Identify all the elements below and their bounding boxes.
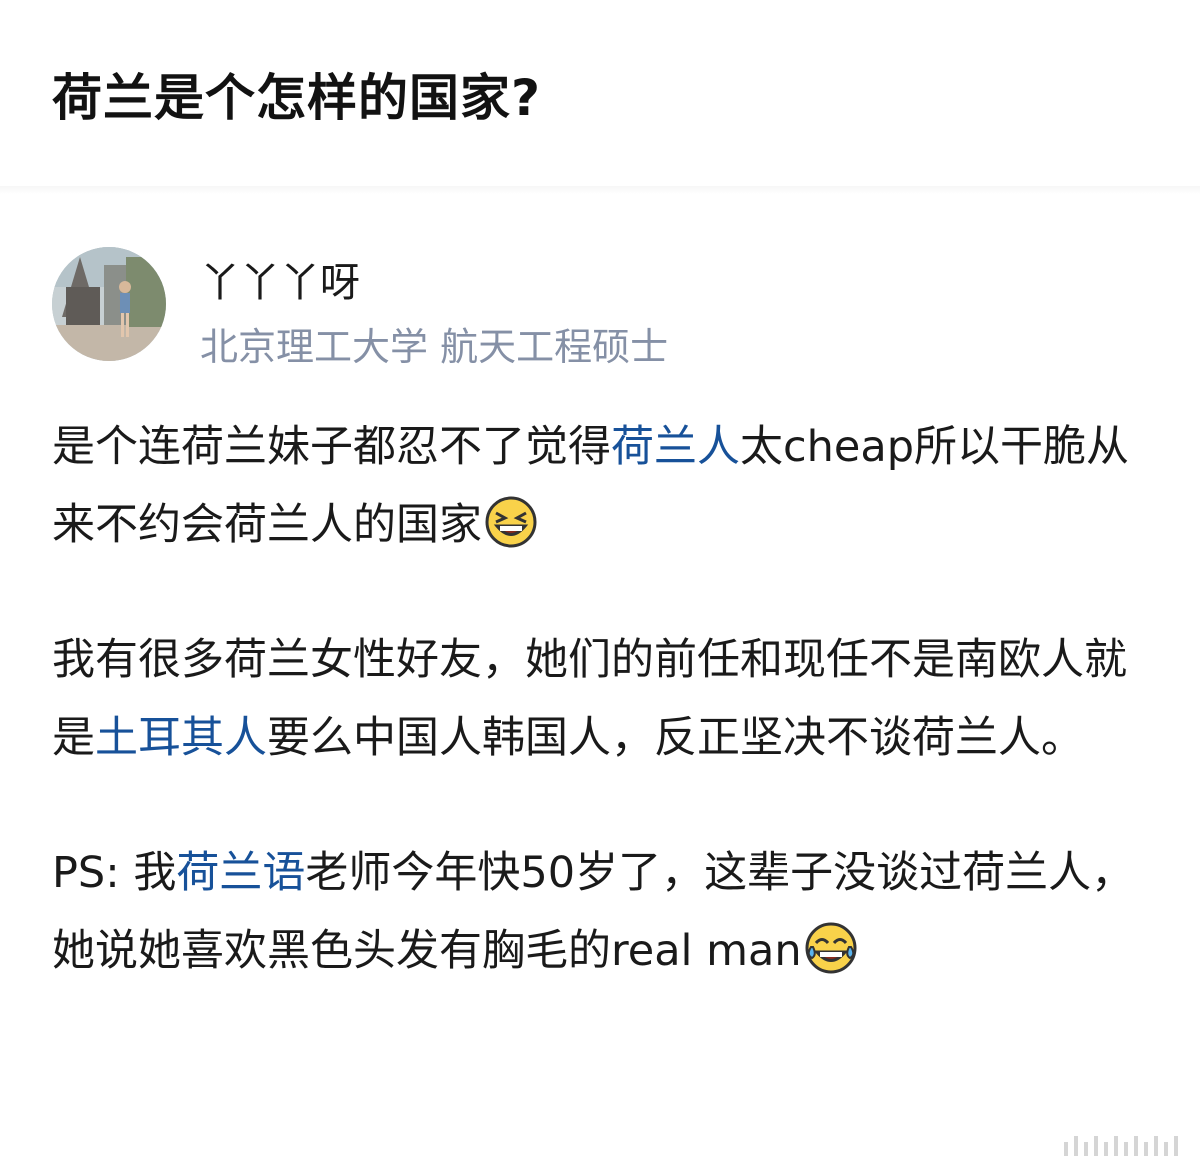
divider	[0, 186, 1200, 194]
author-bio: 北京理工大学 航天工程硕士	[200, 325, 669, 369]
answer-content: 是个连荷兰妹子都忍不了觉得荷兰人太cheap所以干脆从来不约会荷兰人的国家 我有…	[52, 408, 1152, 1047]
topic-link[interactable]: 荷兰人	[611, 422, 740, 472]
laughing-face-icon	[484, 495, 538, 549]
avatar-photo-icon	[52, 247, 166, 361]
answer-text: 是个连荷兰妹子都忍不了觉得	[52, 422, 611, 472]
avatar[interactable]	[52, 247, 166, 361]
question-title[interactable]: 荷兰是个怎样的国家?	[52, 58, 541, 130]
answer-text: PS: 我	[52, 848, 177, 898]
question-header: 荷兰是个怎样的国家?	[0, 0, 1200, 188]
author-info: 丫丫丫呀 北京理工大学 航天工程硕士	[52, 244, 1152, 369]
author-name[interactable]: 丫丫丫呀	[200, 250, 360, 308]
tears-of-joy-face-icon	[804, 921, 858, 975]
watermark	[1064, 1136, 1178, 1156]
answer-text: 要么中国人韩国人，反正坚决不谈荷兰人。	[267, 713, 1084, 763]
answer-paragraph-2: 我有很多荷兰女性好友，她们的前任和现任不是南欧人就是土耳其人要么中国人韩国人，反…	[52, 621, 1152, 777]
topic-link[interactable]: 荷兰语	[176, 848, 305, 898]
answer-paragraph-3: PS: 我荷兰语老师今年快50岁了，这辈子没谈过荷兰人，她说她喜欢黑色头发有胸毛…	[52, 834, 1152, 990]
answer-paragraph-1: 是个连荷兰妹子都忍不了觉得荷兰人太cheap所以干脆从来不约会荷兰人的国家	[52, 408, 1152, 564]
topic-link[interactable]: 土耳其人	[95, 713, 267, 763]
